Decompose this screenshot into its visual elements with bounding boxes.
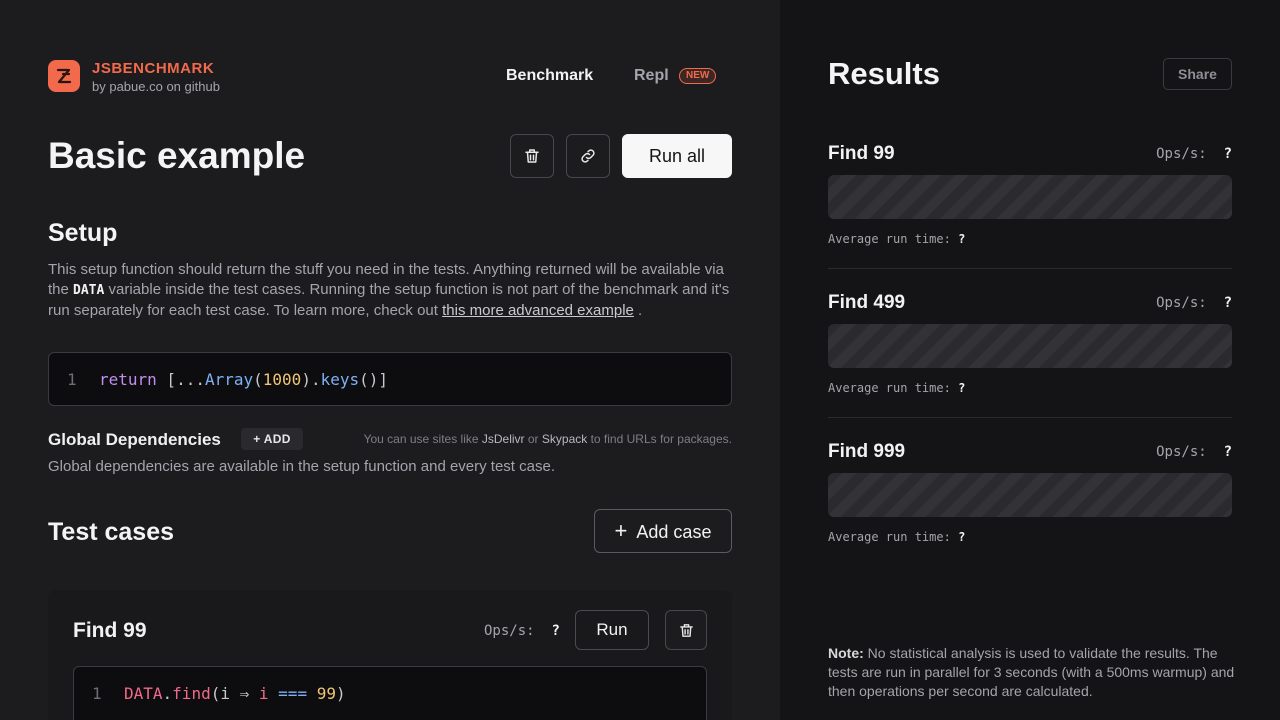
avg-value: ? [958, 381, 966, 395]
test-case-code-editor[interactable]: 1 DATA.find(i ⇒ i === 99) [73, 666, 707, 720]
setup-code-editor[interactable]: 1 return [...Array(1000).keys()] [48, 352, 732, 406]
code-token: 1000 [262, 370, 302, 389]
result-ops: Ops/s: ? [1156, 444, 1232, 460]
code-token: keys [320, 370, 360, 389]
ops-value: ? [551, 623, 560, 639]
result-bar [828, 473, 1232, 517]
plus-icon: + [614, 518, 628, 543]
avg-value: ? [958, 530, 966, 544]
results-note: Note: No statistical analysis is used to… [828, 644, 1238, 701]
code-token: ) [335, 684, 346, 703]
delete-case-button[interactable] [665, 610, 707, 650]
line-number: 1 [67, 370, 77, 389]
run-all-button[interactable]: Run all [622, 134, 732, 178]
result-average: Average run time: ? [828, 232, 965, 246]
run-case-button[interactable]: Run [575, 610, 649, 650]
note-label: Note: [828, 645, 864, 661]
test-cases-heading: Test cases [48, 518, 175, 546]
copy-link-button[interactable] [566, 134, 610, 178]
delete-benchmark-button[interactable] [510, 134, 554, 178]
page-title: Basic example [48, 135, 306, 176]
advanced-example-link[interactable]: this more advanced example [442, 302, 634, 319]
result-divider [828, 268, 1232, 269]
result-average: Average run time: ? [828, 381, 965, 395]
ops-label: Ops/s: [1156, 444, 1207, 460]
brand-name: JSBENCHMARK [92, 60, 215, 77]
avg-label: Average run time: [828, 381, 951, 395]
line-number: 1 [92, 684, 102, 703]
ops-label: Ops/s: [484, 623, 535, 639]
ops-value: ? [1223, 444, 1232, 460]
global-dependencies-title: Global Dependencies [48, 430, 221, 449]
brand[interactable]: JSBENCHMARK by pabue.co on github [92, 60, 220, 95]
trash-icon [679, 623, 693, 637]
hint-part: or [524, 432, 542, 446]
result-average: Average run time: ? [828, 530, 965, 544]
ops-label: Ops/s: [1156, 295, 1207, 311]
setup-heading: Setup [48, 219, 118, 247]
code-token: find [172, 684, 211, 703]
plus-icon: + [253, 432, 261, 446]
setup-desc-part: . [633, 302, 643, 319]
result-bar [828, 175, 1232, 219]
code-token: return [99, 370, 157, 389]
nav-repl[interactable]: Repl [634, 66, 669, 86]
code-token: . [162, 684, 173, 703]
code-token: [... [156, 370, 205, 389]
code-token: 99 [316, 684, 336, 703]
hint-part: to find URLs for packages. [587, 432, 732, 446]
avg-value: ? [958, 232, 966, 246]
jsdelivr-link[interactable]: JsDelivr [482, 432, 525, 446]
result-ops: Ops/s: ? [1156, 295, 1232, 311]
code-token: i [258, 684, 269, 703]
setup-description: This setup function should return the st… [48, 260, 738, 321]
brand-subtitle: by pabue.co on github [92, 79, 220, 94]
add-case-button[interactable]: + Add case [594, 509, 732, 553]
avg-label: Average run time: [828, 232, 951, 246]
add-case-label: Add case [636, 522, 712, 542]
result-name: Find 999 [828, 441, 906, 462]
result-bar [828, 324, 1232, 368]
link-icon [581, 149, 595, 163]
new-badge: NEW [679, 68, 717, 84]
nav-benchmark[interactable]: Benchmark [506, 66, 593, 86]
dependencies-hint: You can use sites like JsDelivr or Skypa… [364, 432, 732, 446]
ops-label: Ops/s: [1156, 146, 1207, 162]
result-name: Find 499 [828, 292, 906, 313]
test-case-title[interactable]: Find 99 [73, 619, 147, 643]
code-token: Array [204, 370, 254, 389]
result-ops: Ops/s: ? [1156, 146, 1232, 162]
code-token: ⇒ [239, 684, 250, 703]
code-token: ()] [359, 370, 389, 389]
code-token: === [278, 684, 308, 703]
editor-panel: JSBENCHMARK by pabue.co on github Benchm… [0, 0, 780, 720]
add-dependency-button[interactable]: + ADD [241, 428, 303, 450]
add-dependency-label: ADD [263, 432, 291, 446]
data-variable: DATA [73, 283, 105, 298]
code-token: ). [301, 370, 321, 389]
share-button[interactable]: Share [1163, 58, 1232, 90]
test-case-ops: Ops/s: ? [484, 623, 560, 639]
code-token: (i [210, 684, 240, 703]
results-title: Results [828, 56, 940, 91]
result-divider [828, 417, 1232, 418]
avg-label: Average run time: [828, 530, 951, 544]
trash-icon [525, 149, 539, 163]
skypack-link[interactable]: Skypack [542, 432, 587, 446]
ops-value: ? [1223, 295, 1232, 311]
hint-part: You can use sites like [363, 432, 482, 446]
setup-code: return [...Array(1000).keys()] [99, 370, 388, 389]
ops-value: ? [1223, 146, 1232, 162]
code-token: DATA [124, 684, 163, 703]
dependencies-description: Global dependencies are available in the… [48, 458, 555, 475]
result-name: Find 99 [828, 143, 895, 164]
code-token: ( [253, 370, 263, 389]
note-text: No statistical analysis is used to valid… [828, 645, 1235, 699]
test-case-code: DATA.find(i ⇒ i === 99) [124, 684, 346, 703]
logo-icon[interactable] [48, 60, 80, 92]
